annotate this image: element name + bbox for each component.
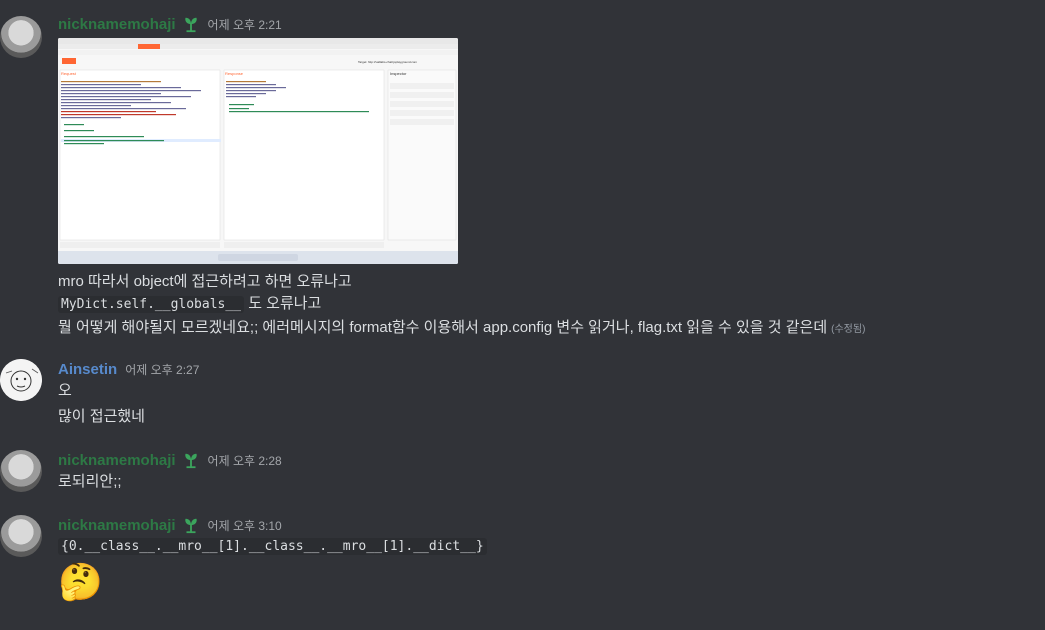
message-group-3: nicknamemohaji 어제 오후 2:28 로되리안;; [0,450,1045,500]
message-text: mro 따라서 object에 접근하려고 하면 오류나고 [58,273,352,290]
thinking-emoji[interactable]: 🤔 [58,561,103,605]
username[interactable]: Ainsetin [58,361,117,378]
message-group-4: nicknamemohaji 어제 오후 3:10 {0.__class__._… [0,515,1045,625]
inline-code: {0.__class__.__mro__[1].__class__.__mro_… [58,538,487,555]
message-header: nicknamemohaji 어제 오후 3:10 [58,515,282,535]
timestamp: 어제 오후 2:28 [207,453,282,468]
screenshot-attachment[interactable]: Target: http://vaillabs-chall.jsplaygrou… [58,38,458,264]
sprout-badge-icon [184,17,197,33]
message-text-fragment: 뭘 어떻게 해야될지 모르겠네요;; 에러메시지의 format함수 이용해서 … [58,319,828,336]
message-header: nicknamemohaji 어제 오후 2:21 [58,14,282,34]
message-text-fragment: 도 오류나고 [248,295,322,312]
burp-suite-screenshot: Target: http://vaillabs-chall.jsplaygrou… [58,38,458,264]
message-text: 로되리안;; [58,473,122,490]
message-text: MyDict.self.__globals__ 도 오류나고 [58,292,321,313]
sprout-badge-icon [184,453,197,469]
inspector-label: Inspector [390,71,407,76]
target-label: Target: http://vaillabs-chall.jsplaygrou… [358,60,418,64]
username[interactable]: nicknamemohaji [58,517,176,534]
message-header: Ainsetin 어제 오후 2:27 [58,359,199,379]
avatar[interactable] [0,16,42,58]
request-label: Request [61,71,77,76]
sprout-badge-icon [184,518,197,534]
avatar[interactable] [0,450,42,492]
timestamp: 어제 오후 2:27 [125,362,200,377]
sketch-avatar-icon [0,359,42,401]
message-group-2: Ainsetin 어제 오후 2:27 오 많이 접근했네 [0,359,1045,429]
username[interactable]: nicknamemohaji [58,16,176,33]
inline-code: MyDict.self.__globals__ [58,296,245,313]
timestamp: 어제 오후 3:10 [207,518,282,533]
message-text: 오 [58,382,72,399]
message-text: {0.__class__.__mro__[1].__class__.__mro_… [58,537,487,555]
avatar[interactable] [0,515,42,557]
message-text: 뭘 어떻게 해야될지 모르겠네요;; 에러메시지의 format함수 이용해서 … [58,316,865,337]
username[interactable]: nicknamemohaji [58,452,176,469]
message-header: nicknamemohaji 어제 오후 2:28 [58,450,282,470]
message-text: 많이 접근했네 [58,408,145,425]
timestamp: 어제 오후 2:21 [207,17,282,32]
avatar[interactable] [0,359,42,401]
message-group-1: nicknamemohaji 어제 오후 2:21 Target: http:/… [0,14,1045,337]
response-label: Response [225,71,244,76]
edited-label: (수정됨) [831,324,866,335]
